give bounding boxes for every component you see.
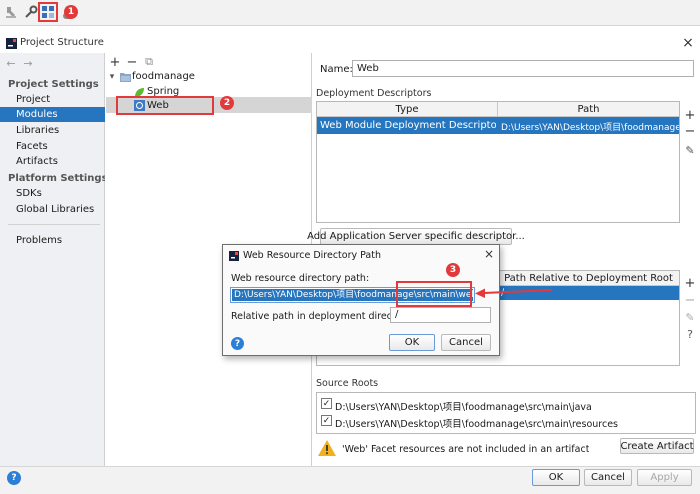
footer-ok-button[interactable]: OK: [532, 469, 580, 486]
name-label: Name:: [320, 64, 353, 75]
dialog-close-icon[interactable]: ×: [482, 247, 496, 261]
remove-descriptor-icon[interactable]: −: [684, 124, 696, 139]
dialog-rel-input[interactable]: /: [390, 307, 491, 323]
nav-divider: [8, 224, 100, 225]
annotation-arrow-3: [475, 288, 553, 298]
remove-module-icon[interactable]: −: [126, 55, 138, 70]
remove-resource-icon[interactable]: −: [684, 293, 696, 308]
source-roots-header: Source Roots: [316, 378, 379, 389]
nav-item-project[interactable]: Project: [16, 94, 50, 105]
window-title: Project Structure: [20, 37, 104, 48]
nav-item-sdks[interactable]: SDKs: [16, 188, 42, 199]
folder-icon: [119, 71, 131, 83]
deployment-descriptors-header: Deployment Descriptors: [316, 88, 432, 99]
build-icon[interactable]: [3, 4, 19, 20]
nav-item-global-libraries[interactable]: Global Libraries: [16, 204, 94, 215]
descriptors-col-type[interactable]: Type: [317, 102, 498, 117]
nav-item-modules[interactable]: Modules: [16, 109, 58, 120]
source-root-resources-path: D:\Users\YAN\Desktop\项目\foodmanage\src\m…: [335, 419, 619, 430]
source-root-java-checkbox[interactable]: ✓: [321, 398, 332, 409]
window-close-icon[interactable]: ×: [680, 34, 696, 52]
add-descriptor-icon[interactable]: +: [684, 108, 696, 123]
source-root-resources-checkbox[interactable]: ✓: [321, 415, 332, 426]
dialog-cancel-button[interactable]: Cancel: [441, 334, 491, 351]
copy-module-icon[interactable]: ⧉: [143, 55, 155, 69]
edit-descriptor-icon[interactable]: ✎: [684, 143, 696, 157]
annotation-marker-3: 3: [446, 263, 460, 277]
dialog-rel-label: Relative path in deployment directory:: [231, 311, 414, 322]
annotation-box-web-node: [116, 96, 214, 115]
platform-settings-header: Platform Settings: [8, 173, 108, 184]
dialog-help-icon[interactable]: ?: [231, 337, 244, 350]
create-artifact-button[interactable]: Create Artifact: [620, 438, 694, 454]
dialog-title: Web Resource Directory Path: [243, 250, 381, 261]
warning-triangle-icon: [317, 438, 337, 458]
dialog-dir-label: Web resource directory path:: [231, 273, 370, 284]
annotation-marker-2: 2: [220, 96, 234, 110]
window-title-bar: [0, 33, 700, 53]
project-settings-header: Project Settings: [8, 79, 99, 90]
resource-col-relative-path[interactable]: Path Relative to Deployment Root: [498, 271, 679, 286]
nav-item-libraries[interactable]: Libraries: [16, 125, 59, 136]
footer-cancel-button[interactable]: Cancel: [584, 469, 632, 486]
resource-help-icon[interactable]: ?: [684, 327, 696, 341]
tree-expander-icon[interactable]: ▾: [107, 71, 117, 83]
annotation-marker-1: 1: [64, 5, 78, 19]
nav-item-artifacts[interactable]: Artifacts: [16, 156, 58, 167]
forward-arrow-icon[interactable]: →: [22, 56, 34, 70]
nav-item-facets[interactable]: Facets: [16, 141, 48, 152]
descriptor-type-cell[interactable]: Web Module Deployment Descriptor: [320, 120, 496, 131]
annotation-box-webapp-path: [396, 281, 472, 307]
tree-node-foodmanage[interactable]: foodmanage: [132, 71, 195, 82]
source-root-java-path: D:\Users\YAN\Desktop\项目\foodmanage\src\m…: [335, 402, 592, 413]
dialog-app-icon: [228, 250, 239, 261]
settings-wrench-icon[interactable]: [23, 4, 39, 20]
dialog-ok-button[interactable]: OK: [389, 334, 435, 351]
warning-message: 'Web' Facet resources are not included i…: [342, 444, 590, 455]
ide-toolbar: [0, 0, 700, 26]
footer-help-icon[interactable]: ?: [7, 471, 21, 485]
project-structure-toolbar-button[interactable]: [38, 2, 58, 22]
descriptor-path-cell[interactable]: D:\Users\YAN\Desktop\项目\foodmanage\sr: [501, 120, 679, 133]
nav-item-problems[interactable]: Problems: [16, 235, 62, 246]
edit-resource-icon[interactable]: ✎: [684, 310, 696, 324]
name-input[interactable]: Web: [352, 60, 694, 77]
footer-apply-button[interactable]: Apply: [637, 469, 692, 486]
descriptors-col-path[interactable]: Path: [498, 102, 679, 117]
add-module-icon[interactable]: +: [109, 55, 121, 70]
back-arrow-icon[interactable]: ←: [5, 56, 17, 70]
intellij-app-icon: [5, 37, 17, 49]
add-server-descriptor-button[interactable]: Add Application Server specific descript…: [307, 228, 525, 245]
add-resource-icon[interactable]: +: [684, 276, 696, 291]
